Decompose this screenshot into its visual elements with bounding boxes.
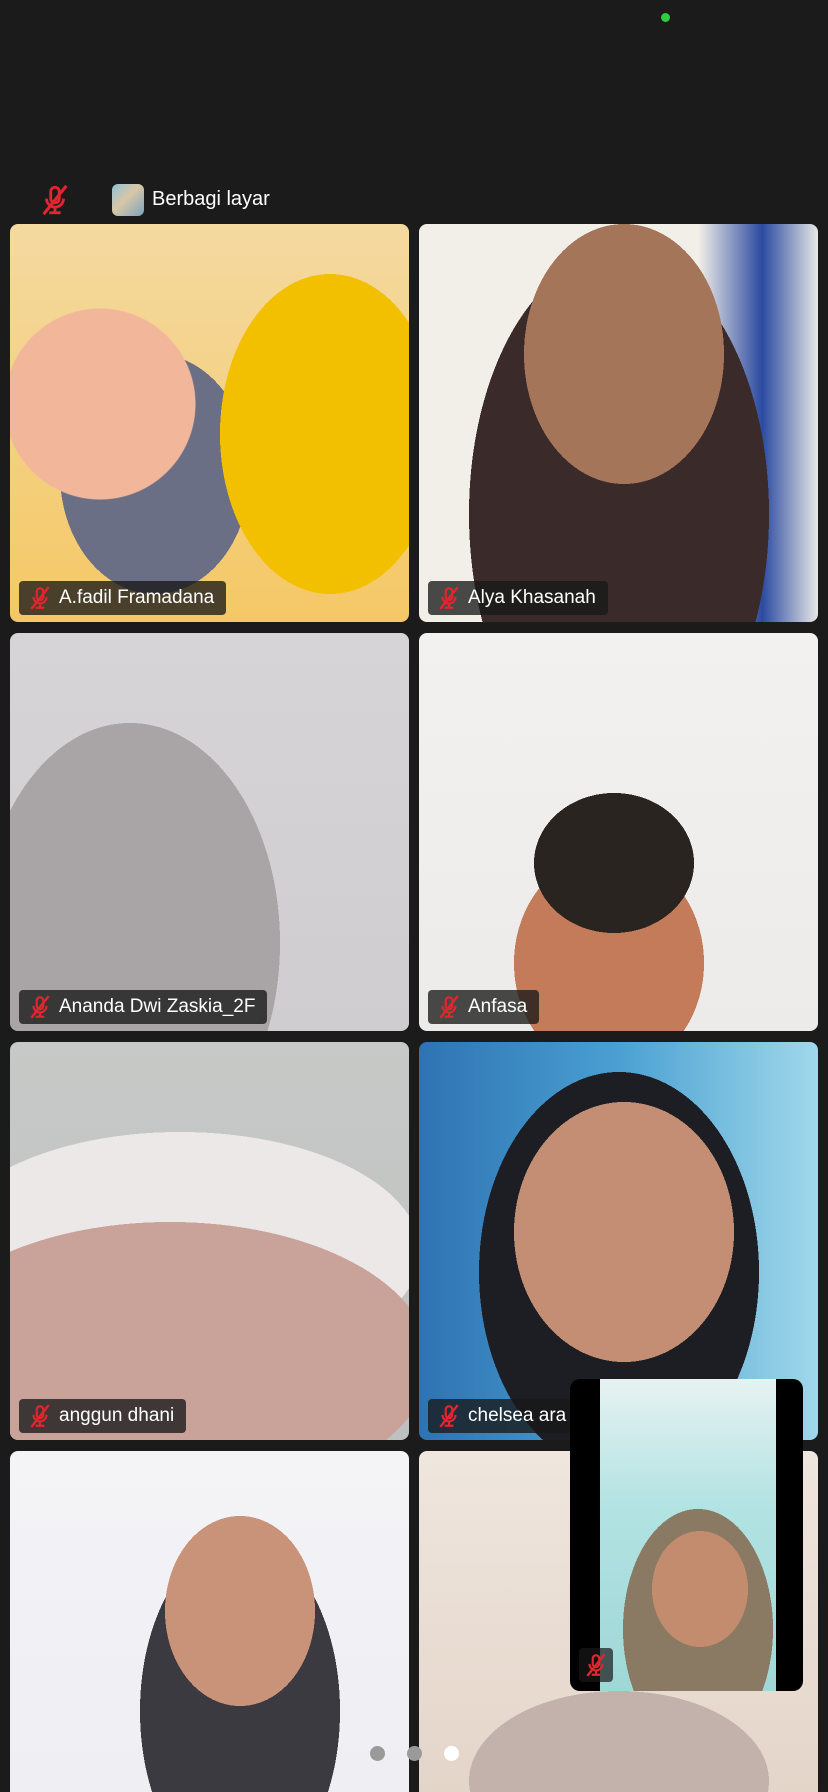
participant-name-tag: anggun dhani: [19, 1399, 187, 1433]
page-dot-active[interactable]: [444, 1746, 459, 1761]
screen-share-label[interactable]: Berbagi layar: [152, 188, 270, 211]
participant-name: A.fadil Framadana: [59, 587, 215, 608]
participant-tile[interactable]: anggun dhani: [10, 1042, 409, 1440]
participant-tile[interactable]: Anfasa: [419, 633, 818, 1031]
participant-name: Alya Khasanah: [468, 587, 596, 608]
self-mic-status: [579, 1648, 613, 1682]
participant-name: anggun dhani: [59, 1405, 175, 1426]
participant-name-tag: A.fadil Framadana: [19, 581, 227, 615]
mic-muted-icon[interactable]: [38, 183, 72, 217]
participant-name-tag: Ananda Dwi Zaskia_2F: [19, 990, 268, 1024]
participant-name: Anfasa: [468, 996, 528, 1017]
mic-muted-icon: [27, 585, 53, 611]
participant-tile[interactable]: [10, 1451, 409, 1792]
mic-muted-icon: [436, 994, 462, 1020]
participant-tile[interactable]: Alya Khasanah: [419, 224, 818, 622]
participant-video: [10, 224, 409, 622]
participant-video: [10, 633, 409, 1031]
participant-name-tag: Anfasa: [428, 990, 540, 1024]
participant-video: [10, 1042, 409, 1440]
participant-name-tag: Alya Khasanah: [428, 581, 608, 615]
online-indicator-dot: [661, 13, 670, 22]
page-dot[interactable]: [407, 1746, 422, 1761]
mic-muted-icon: [436, 1403, 462, 1429]
mic-muted-icon: [583, 1652, 609, 1678]
page-dot[interactable]: [370, 1746, 385, 1761]
mic-muted-icon: [436, 585, 462, 611]
participant-tile[interactable]: Ananda Dwi Zaskia_2F: [10, 633, 409, 1031]
participant-video: [419, 224, 818, 622]
participant-name: chelsea ara: [468, 1405, 567, 1426]
page-indicator: [370, 1746, 459, 1761]
participant-video: [419, 633, 818, 1031]
mic-muted-icon: [27, 1403, 53, 1429]
self-view-thumbnail[interactable]: [570, 1379, 803, 1691]
top-bar: Berbagi layar: [0, 176, 828, 224]
participant-video: [10, 1451, 409, 1792]
self-view-video: [600, 1379, 776, 1691]
mic-muted-icon: [27, 994, 53, 1020]
participant-name: Ananda Dwi Zaskia_2F: [59, 996, 256, 1017]
screen-share-avatar: [112, 184, 144, 216]
participant-tile[interactable]: A.fadil Framadana: [10, 224, 409, 622]
participant-name-tag: chelsea ara: [428, 1399, 579, 1433]
